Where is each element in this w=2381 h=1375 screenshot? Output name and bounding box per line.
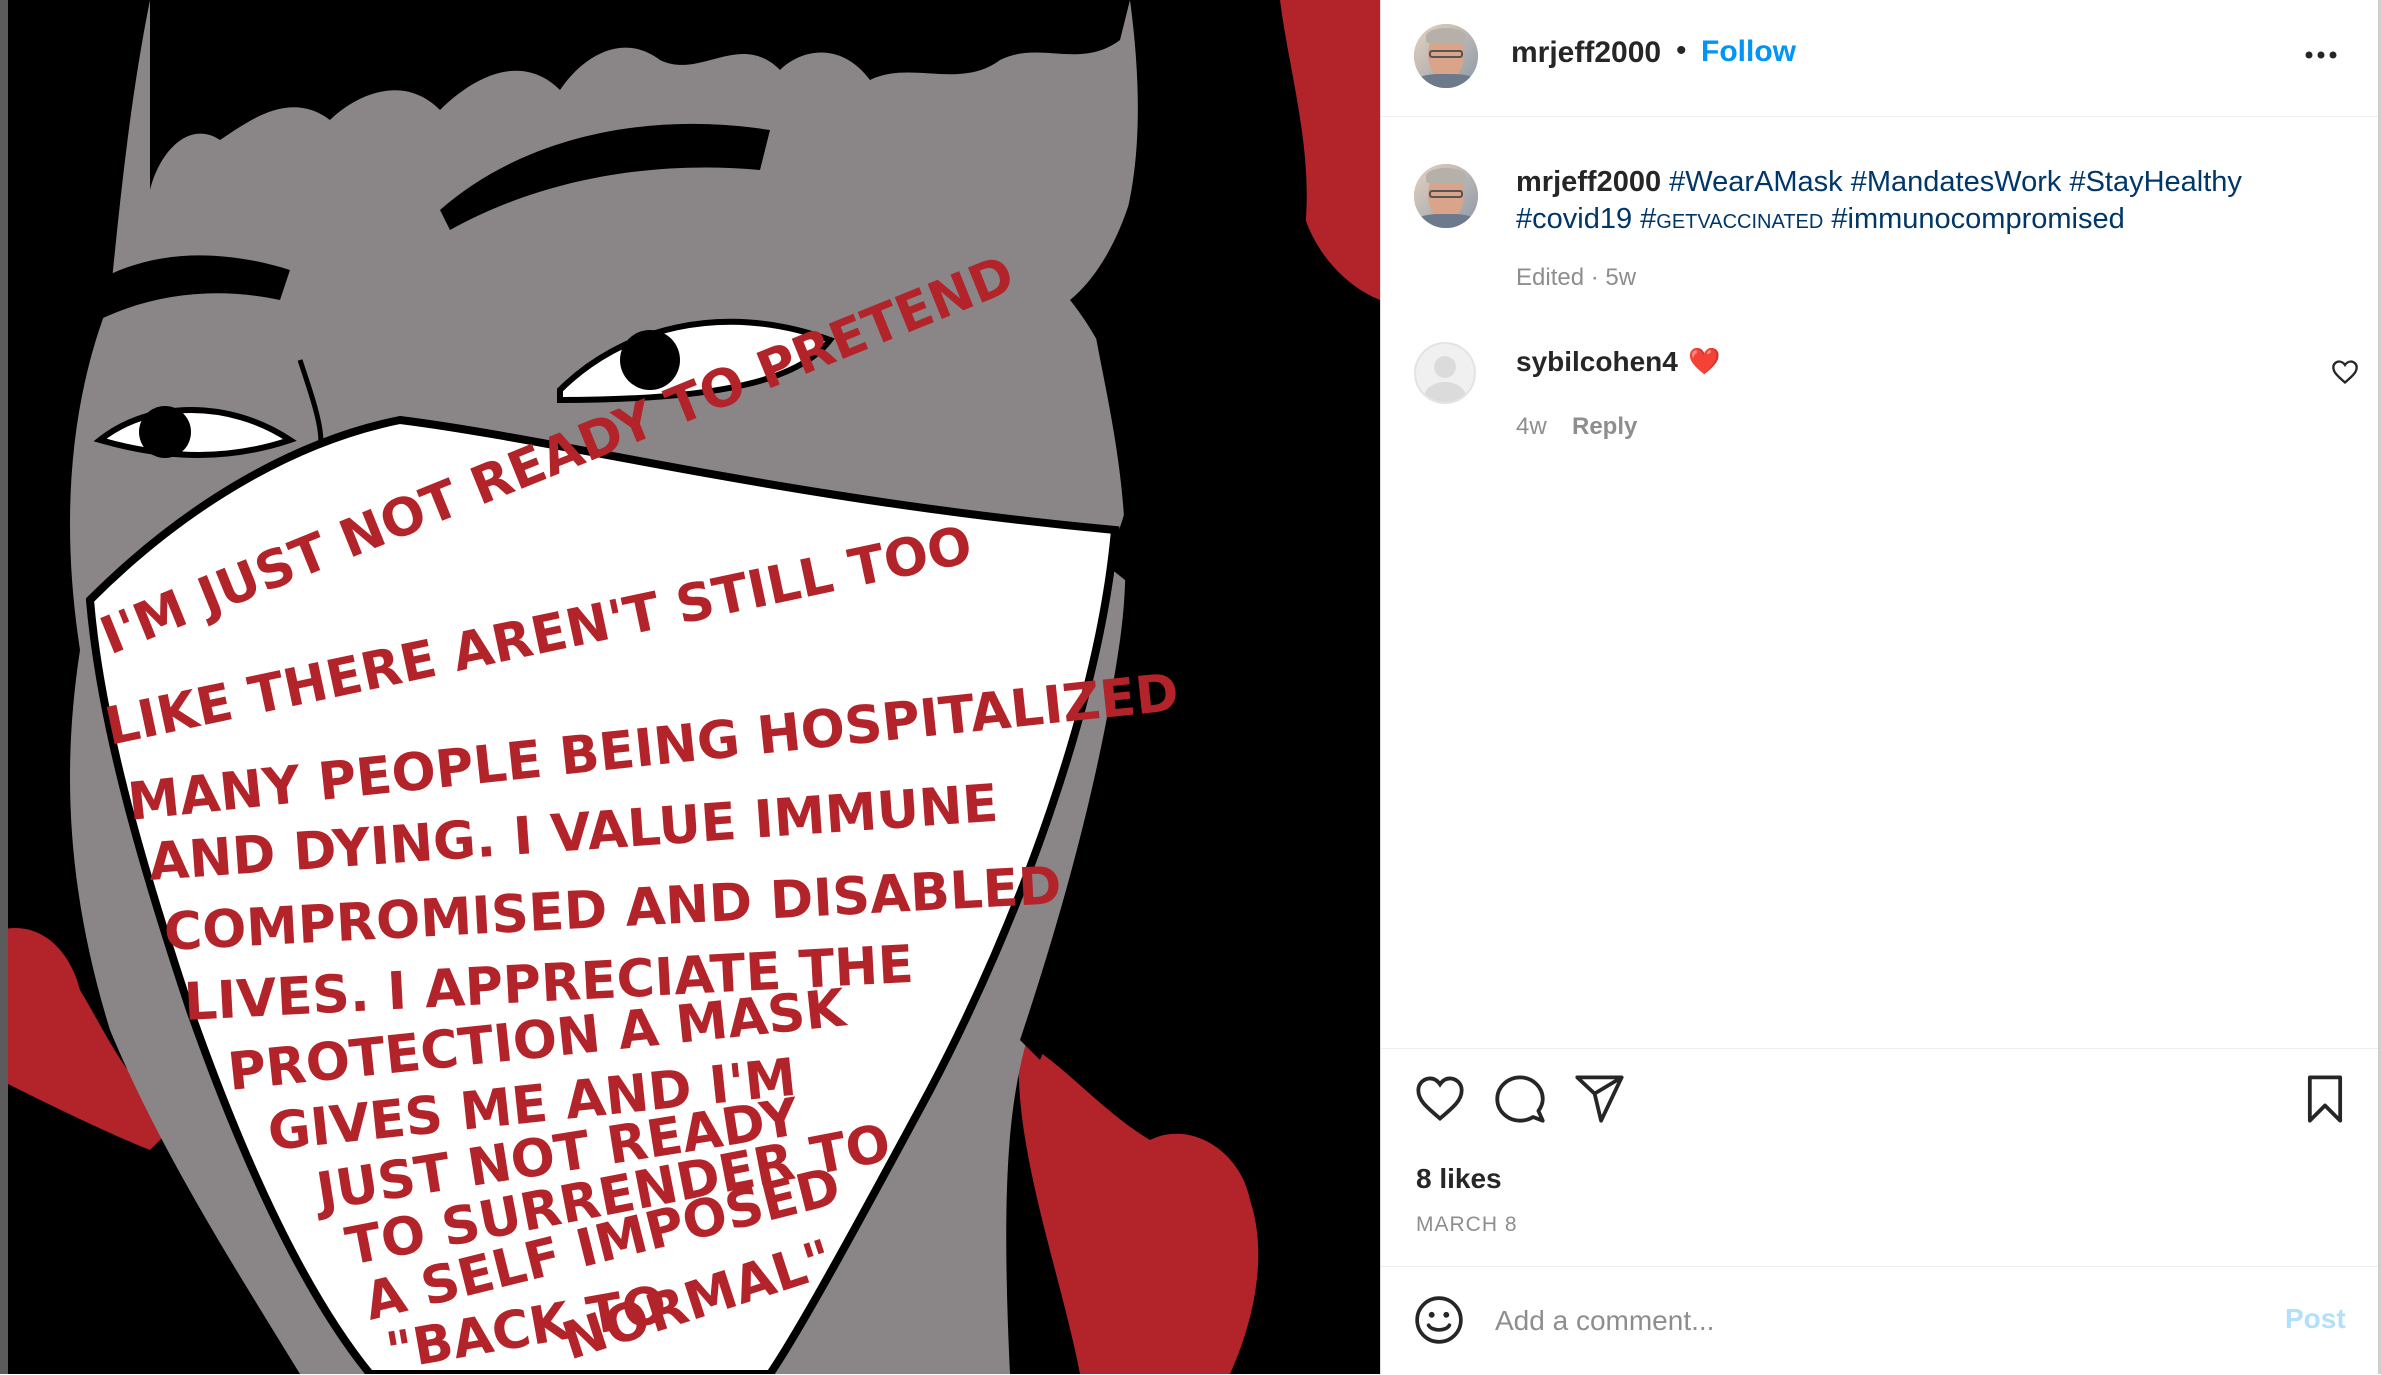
hashtag[interactable]: #WearAMask xyxy=(1669,166,1843,198)
caption-username[interactable]: mrjeff2000 xyxy=(1516,166,1661,198)
post-header: mrjeff2000 • Follow xyxy=(1381,0,2379,117)
comment-like-heart-icon[interactable] xyxy=(2331,358,2359,386)
caption-text: mrjeff2000 #WearAMask #MandatesWork #Sta… xyxy=(1516,164,2316,238)
separator-dot: • xyxy=(1676,34,1687,67)
comment-text: ❤️ xyxy=(1688,346,1721,376)
post-image[interactable]: I'M JUST NOT READY TO PRETEND LIKE THERE… xyxy=(0,0,1380,1374)
header-username[interactable]: mrjeff2000 xyxy=(1511,36,1661,70)
comment-avatar[interactable] xyxy=(1414,342,1476,404)
window-edge xyxy=(0,0,8,1374)
caption-meta: Edited · 5w xyxy=(1516,264,1637,291)
bookmark-icon[interactable] xyxy=(2299,1073,2351,1125)
hashtag[interactable]: #MandatesWork xyxy=(1851,166,2062,198)
hashtag[interactable]: #StayHealthy xyxy=(2069,166,2242,198)
share-icon[interactable] xyxy=(1574,1073,1626,1125)
action-bar: 8 likes MARCH 8 xyxy=(1381,1048,2379,1269)
comment-input[interactable] xyxy=(1493,1297,2277,1345)
heart-icon[interactable] xyxy=(1414,1073,1466,1125)
avatar[interactable] xyxy=(1414,24,1478,88)
illustration-masked-woman: I'M JUST NOT READY TO PRETEND LIKE THERE… xyxy=(0,0,1380,1374)
caption-avatar[interactable] xyxy=(1414,164,1478,228)
instagram-post-window: I'M JUST NOT READY TO PRETEND LIKE THERE… xyxy=(0,0,2381,1374)
more-horizontal-icon[interactable] xyxy=(2301,40,2341,70)
hashtag[interactable]: #immunocompromised xyxy=(1831,203,2124,235)
comment-age: 4w xyxy=(1516,413,1547,440)
post-button[interactable]: Post xyxy=(2285,1303,2346,1335)
emoji-icon[interactable] xyxy=(1414,1295,1464,1345)
likes-count[interactable]: 8 likes xyxy=(1416,1163,1502,1195)
hashtag[interactable]: #getvaccinated xyxy=(1640,203,1823,235)
comment-username[interactable]: sybilcohen4 xyxy=(1516,346,1678,378)
follow-button[interactable]: Follow xyxy=(1701,35,1796,69)
post-panel: mrjeff2000 • Follow mrjeff2000 #WearAMas… xyxy=(1380,0,2381,1374)
reply-button[interactable]: Reply xyxy=(1572,413,1637,441)
post-date: MARCH 8 xyxy=(1416,1213,1518,1236)
add-comment-bar: Post xyxy=(1381,1266,2379,1375)
hashtag[interactable]: #covid19 xyxy=(1516,203,1632,235)
comment-icon[interactable] xyxy=(1494,1073,1546,1125)
